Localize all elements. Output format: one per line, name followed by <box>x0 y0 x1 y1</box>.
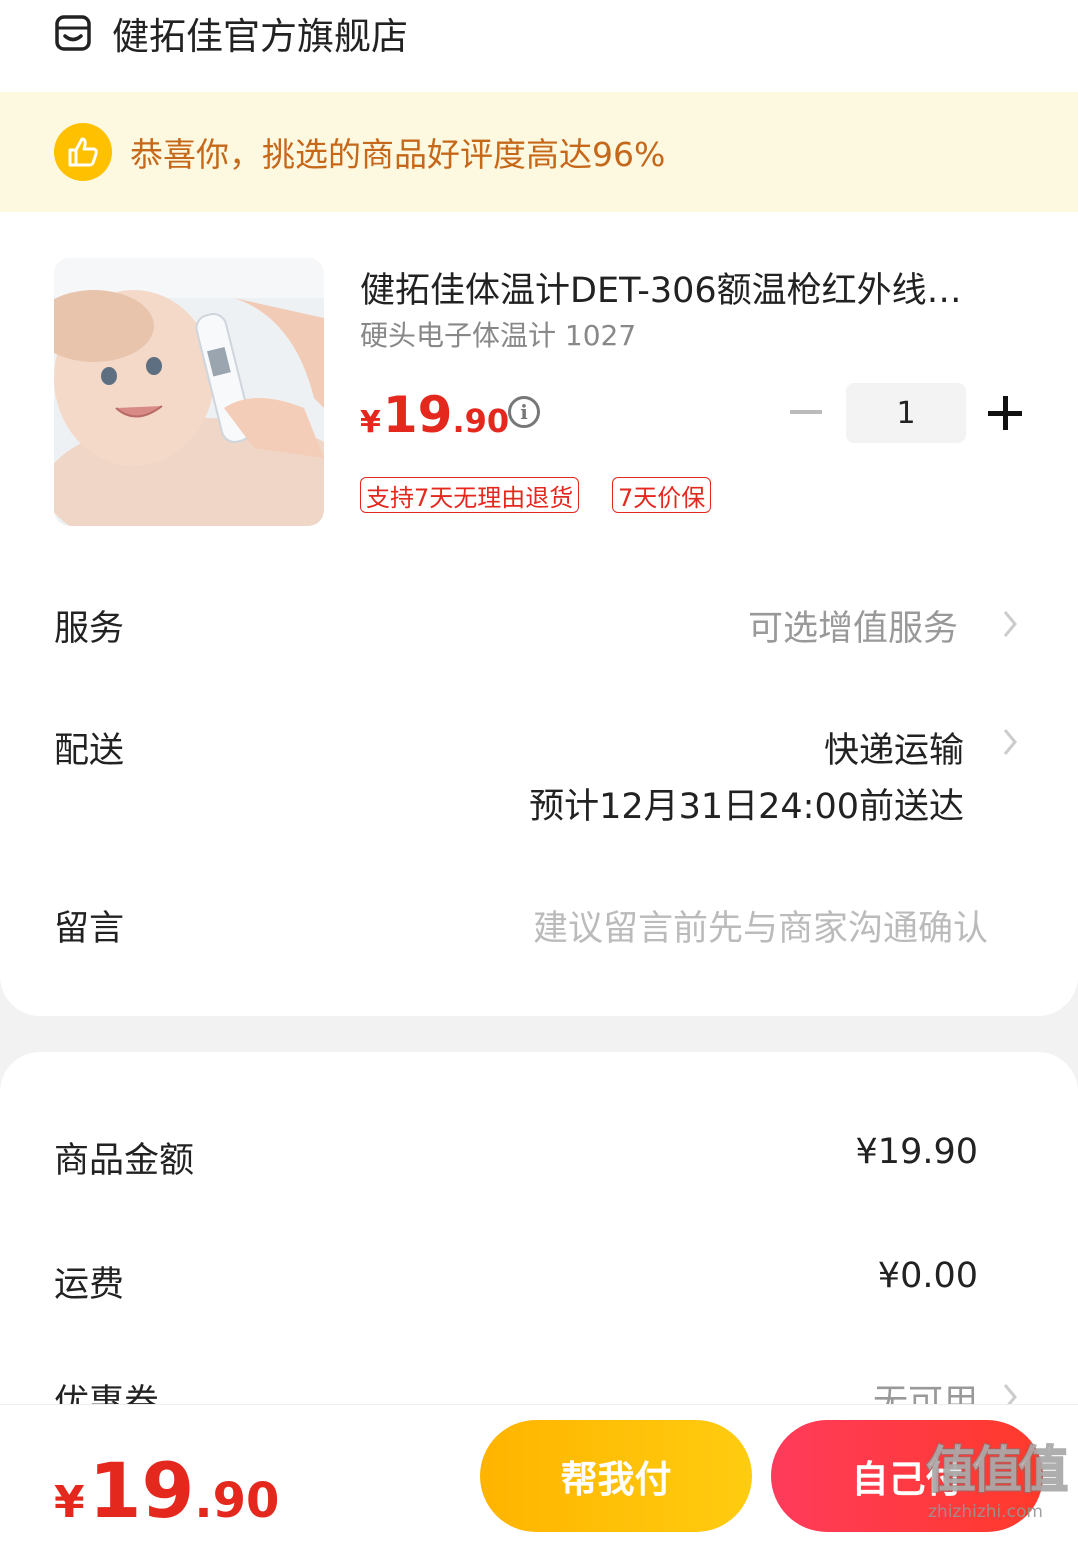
product-image[interactable] <box>54 258 324 526</box>
delivery-chevron-icon[interactable] <box>1002 727 1018 757</box>
store-name: 健拓佳官方旗舰店 <box>112 15 408 58</box>
quantity-input[interactable]: 1 <box>846 383 966 443</box>
store-header[interactable]: 健拓佳官方旗舰店 <box>54 8 408 58</box>
price-currency: ¥ <box>360 405 381 440</box>
message-input[interactable]: 建议留言前先与商家沟通确认 <box>533 900 988 951</box>
total-integer: 19 <box>88 1446 195 1535</box>
store-icon <box>55 15 91 51</box>
service-label: 服务 <box>54 609 125 649</box>
return-policy-tag: 支持7天无理由退货 <box>360 477 580 513</box>
rating-banner: 恭喜你，挑选的商品好评度高达96% <box>0 92 1078 212</box>
price-protect-tag: 7天价保 <box>612 477 712 513</box>
service-value[interactable]: 可选增值服务 <box>748 600 958 651</box>
watermark-url: zhizhizhi.com <box>928 1502 1043 1522</box>
help-me-pay-button[interactable]: 帮我付 <box>480 1420 752 1532</box>
product-price: ¥ 19 .90 <box>360 386 509 444</box>
quantity-plus-button[interactable] <box>988 396 1022 430</box>
total-price: ¥ 19 .90 <box>54 1446 279 1535</box>
service-chevron-icon[interactable] <box>1002 609 1018 639</box>
delivery-eta: 预计12月31日24:00前送达 <box>529 787 964 827</box>
thumbs-up-icon <box>54 123 112 181</box>
delivery-method[interactable]: 快递运输 <box>824 722 964 773</box>
rating-text: 恭喜你，挑选的商品好评度高达96% <box>130 135 666 174</box>
price-decimal: .90 <box>452 402 510 440</box>
order-card: 健拓佳官方旗舰店 恭喜你，挑选的商品好评度高达96% 健拓佳体温计DET-306 <box>0 0 1078 1016</box>
total-currency: ¥ <box>54 1477 85 1528</box>
price-info-icon[interactable]: i <box>508 396 540 428</box>
watermark-logo: 值值值 <box>925 1440 1069 1500</box>
goods-amount-value: ¥19.90 <box>855 1132 978 1172</box>
delivery-label: 配送 <box>54 731 125 771</box>
quantity-minus-button[interactable] <box>790 410 822 414</box>
product-title[interactable]: 健拓佳体温计DET-306额温枪红外线… <box>360 262 1028 313</box>
shipping-label: 运费 <box>54 1265 125 1305</box>
goods-amount-label: 商品金额 <box>54 1141 195 1181</box>
shipping-value: ¥0.00 <box>877 1256 978 1296</box>
total-decimal: .90 <box>194 1473 280 1529</box>
price-integer: 19 <box>382 386 453 444</box>
product-spec[interactable]: 硬头电子体温计 1027 <box>360 314 636 354</box>
watermark: 值值值 zhizhizhi.com <box>925 1430 1069 1542</box>
message-label: 留言 <box>54 909 125 949</box>
